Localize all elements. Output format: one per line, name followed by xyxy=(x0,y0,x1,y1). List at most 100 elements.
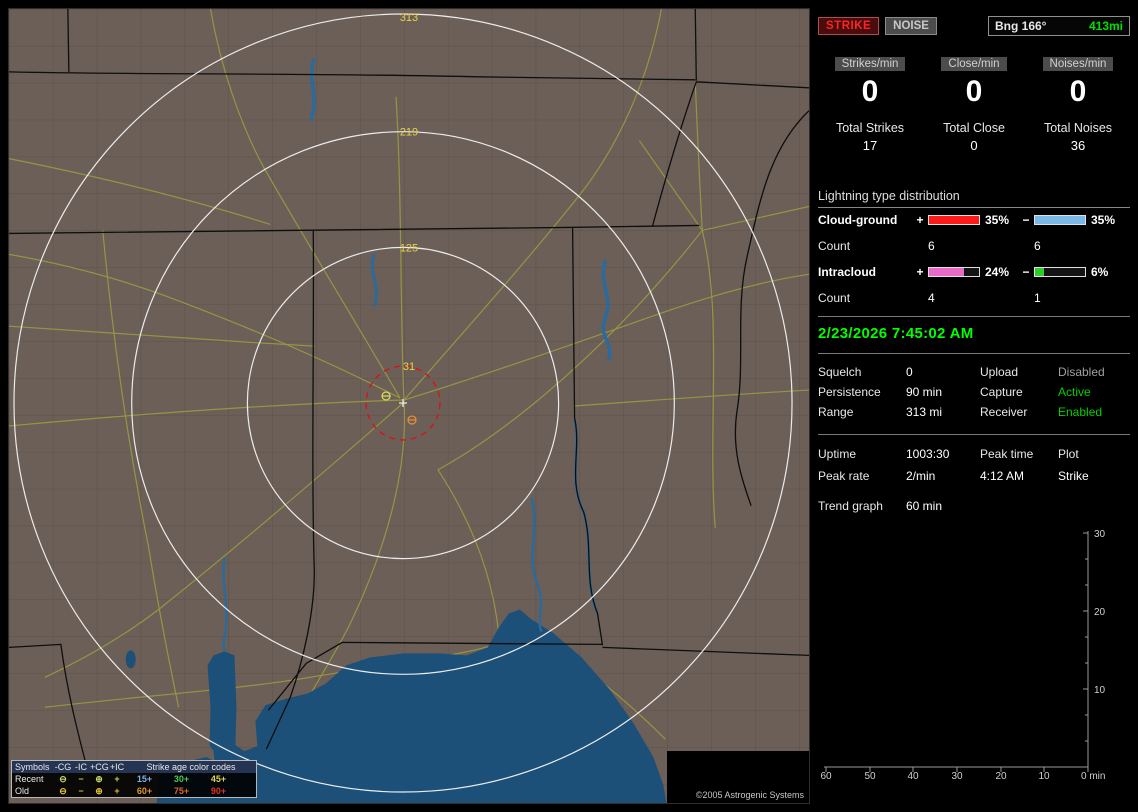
upload-status: Disabled xyxy=(1058,365,1105,379)
status-panel: STRIKE NOISE Bng 166° 413mi Strikes/min … xyxy=(818,8,1130,804)
strike-button[interactable]: STRIKE xyxy=(818,17,880,35)
ic-negative-fill xyxy=(1035,268,1044,276)
upload-label: Upload xyxy=(980,365,1019,379)
age-code: 90+ xyxy=(210,786,227,796)
range-label: Range xyxy=(818,405,854,419)
y-tick-30: 30 xyxy=(1094,529,1106,540)
y-tick-20: 20 xyxy=(1094,607,1106,618)
ic-positive-pct: 24% xyxy=(985,265,1010,279)
x-tick-60: 60 xyxy=(820,771,832,782)
neg-cg-icon: ⊖ xyxy=(59,774,67,784)
ic-positive-count: 4 xyxy=(928,291,935,305)
ic-positive-bar xyxy=(928,267,980,277)
x-tick-40: 40 xyxy=(907,771,919,782)
legend-col-neg-cg: -CG xyxy=(54,762,72,772)
neg-ic-icon: − xyxy=(78,774,84,784)
plot-value: Strike xyxy=(1058,469,1089,483)
cg-positive-fill xyxy=(929,216,979,224)
minus-sign: − xyxy=(1022,265,1030,279)
total-close-label: Total Close xyxy=(943,121,1005,135)
age-code: 75+ xyxy=(173,786,190,796)
x-tick-20: 20 xyxy=(995,771,1007,782)
neg-ic-icon: − xyxy=(78,786,84,796)
close-per-min-button[interactable]: Close/min xyxy=(941,57,1007,71)
total-close-value: 0 xyxy=(970,138,978,153)
peak-rate-value: 2/min xyxy=(906,469,936,483)
divider xyxy=(818,316,1130,317)
total-noises-label: Total Noises xyxy=(1043,121,1113,135)
peak-time-value: 4:12 AM xyxy=(980,469,1025,483)
plot-mode-row: STRIKE NOISE Bng 166° 413mi xyxy=(818,16,1130,36)
x-tick-50: 50 xyxy=(864,771,876,782)
trend-graph-header: Trend graph 60 min xyxy=(818,499,1130,515)
uptime-value: 1003:30 xyxy=(906,447,950,461)
distribution-title: Lightning type distribution xyxy=(818,189,1130,208)
ring-label-125: 125 xyxy=(400,242,418,254)
age-code: 60+ xyxy=(136,786,153,796)
age-code: 15+ xyxy=(136,774,153,784)
x-tick-0-min: 0 min xyxy=(1081,771,1105,782)
trend-y-ticks xyxy=(1083,532,1088,742)
trend-axes xyxy=(824,531,1089,768)
count-label: Count xyxy=(818,291,851,305)
legend-row-label: Recent xyxy=(15,774,44,784)
total-strikes-value: 17 xyxy=(862,138,878,153)
lightning-map[interactable]: 313 219 125 31 Symbols -CG -IC +CG +IC S… xyxy=(8,8,810,804)
noises-column: Noises/min 0 Total Noises 36 xyxy=(1026,56,1130,153)
ring-label-31: 31 xyxy=(403,361,415,373)
noise-button[interactable]: NOISE xyxy=(885,17,937,35)
datetime-display: 2/23/2026 7:45:02 AM xyxy=(818,325,974,342)
legend-row-label: Old xyxy=(15,786,30,796)
pos-cg-icon: ⊕ xyxy=(95,774,103,784)
uptime-label: Uptime xyxy=(818,447,857,461)
settings-grid: Squelch 0 Upload Disabled Persistence 90… xyxy=(818,362,1130,422)
strike-legend: Symbols -CG -IC +CG +IC Strike age color… xyxy=(11,760,257,798)
pos-ic-icon: + xyxy=(114,774,120,784)
intracloud-row: Intracloud + 24% − 6% xyxy=(818,260,1130,284)
persistence-value: 90 min xyxy=(906,385,943,399)
noises-per-min-button[interactable]: Noises/min xyxy=(1042,57,1114,71)
noises-per-min-value: 0 xyxy=(1069,75,1087,108)
count-label: Count xyxy=(818,239,851,253)
legend-row-recent: Recent ⊖ − ⊕ + 15+ 30+ 45+ xyxy=(12,773,256,785)
total-noises-value: 36 xyxy=(1070,138,1086,153)
strikes-column: Strikes/min 0 Total Strikes 17 xyxy=(818,56,922,153)
plot-label: Plot xyxy=(1058,447,1079,461)
ic-negative-bar xyxy=(1034,267,1086,277)
close-per-min-value: 0 xyxy=(965,75,983,108)
bearing-display: Bng 166° 413mi xyxy=(988,16,1130,36)
stats-grid: Uptime 1003:30 Peak time Plot Peak rate … xyxy=(818,443,1130,487)
ring-label-313: 313 xyxy=(400,12,418,24)
range-value: 313 mi xyxy=(906,405,943,419)
ic-positive-fill xyxy=(929,268,964,276)
legend-col-pos-ic: +IC xyxy=(109,762,125,772)
squelch-value: 0 xyxy=(906,365,913,379)
counters-block: Strikes/min 0 Total Strikes 17 Close/min… xyxy=(818,56,1130,153)
map-svg: 313 219 125 31 xyxy=(9,9,809,803)
cg-negative-pct: 35% xyxy=(1091,213,1116,227)
neg-cg-icon: ⊖ xyxy=(59,786,67,796)
age-code: 45+ xyxy=(210,774,227,784)
total-strikes-label: Total Strikes xyxy=(835,121,905,135)
legend-symbols-header: Symbols xyxy=(15,762,50,772)
persistence-label: Persistence xyxy=(818,385,881,399)
squelch-label: Squelch xyxy=(818,365,862,379)
divider xyxy=(818,434,1130,435)
peak-time-label: Peak time xyxy=(980,447,1034,461)
capture-status: Active xyxy=(1058,385,1091,399)
pos-cg-icon: ⊕ xyxy=(95,786,103,796)
cloud-ground-label: Cloud-ground xyxy=(818,213,898,227)
intracloud-count-row: Count 4 1 xyxy=(818,284,1130,312)
plus-sign: + xyxy=(916,213,924,227)
pos-ic-icon: + xyxy=(114,786,120,796)
cg-negative-count: 6 xyxy=(1034,239,1041,253)
peak-rate-label: Peak rate xyxy=(818,469,870,483)
y-tick-10: 10 xyxy=(1094,685,1106,696)
age-code: 30+ xyxy=(173,774,190,784)
close-column: Close/min 0 Total Close 0 xyxy=(922,56,1026,153)
x-tick-30: 30 xyxy=(951,771,963,782)
legend-col-pos-cg: +CG xyxy=(90,762,109,772)
copyright-text: ©2005 Astrogenic Systems xyxy=(667,751,809,803)
strikes-per-min-button[interactable]: Strikes/min xyxy=(834,57,906,71)
cg-negative-fill xyxy=(1035,216,1085,224)
